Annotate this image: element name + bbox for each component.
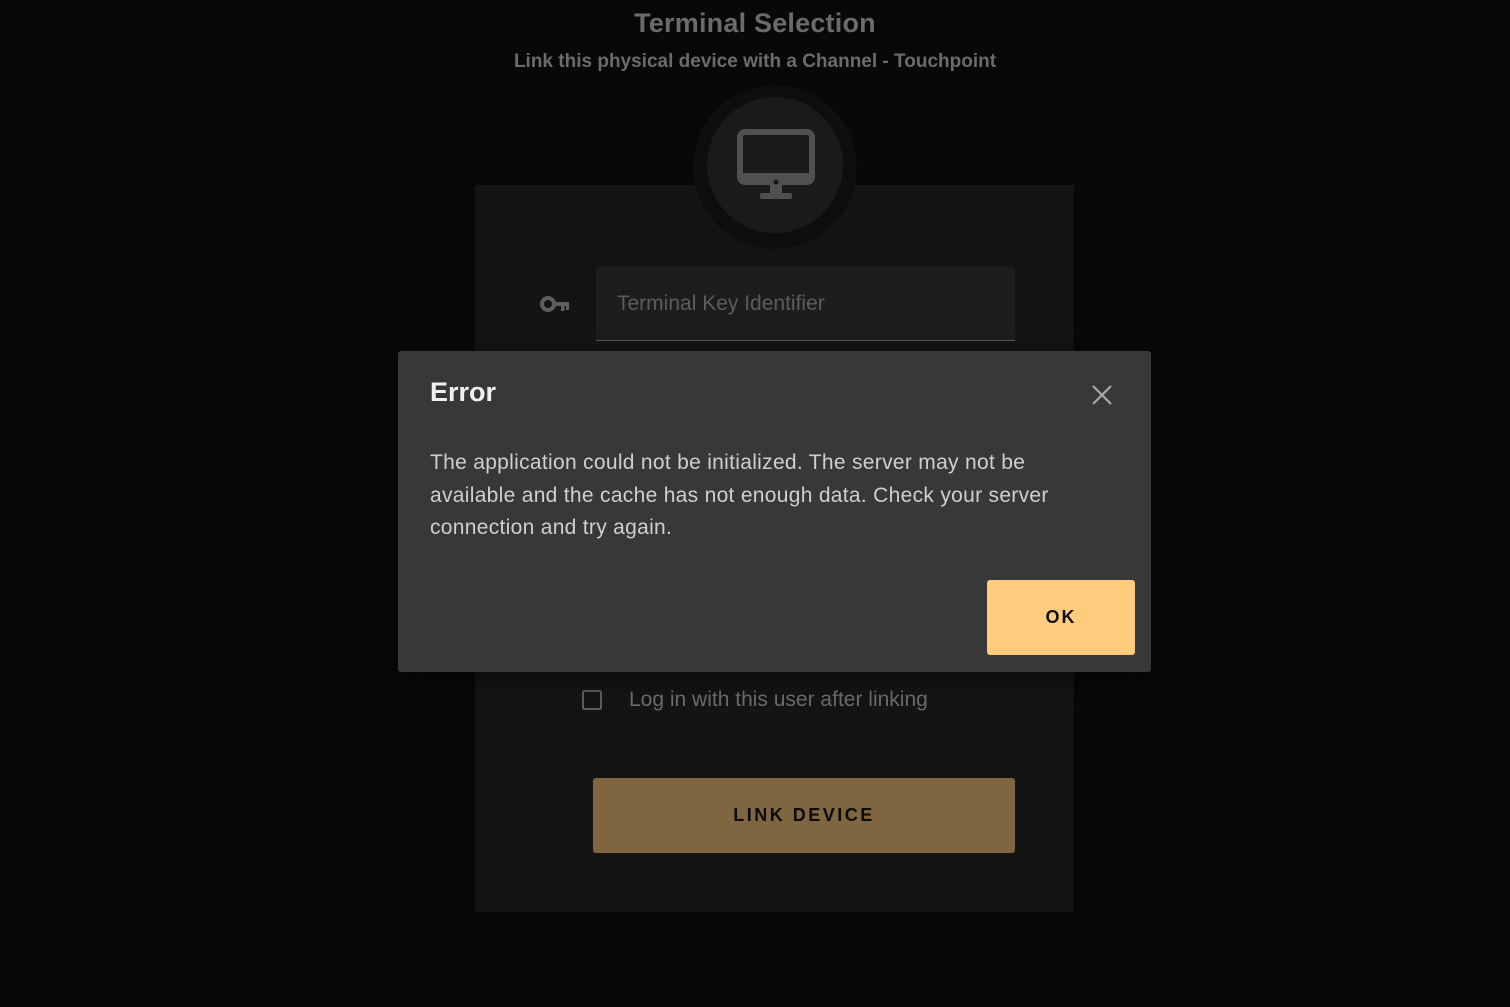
dialog-message: The application could not be initialized… bbox=[430, 451, 1049, 539]
close-icon bbox=[1092, 385, 1112, 405]
dialog-title: Error bbox=[430, 377, 497, 407]
key-icon bbox=[540, 296, 569, 312]
login-after-linking-row[interactable]: Log in with this user after linking bbox=[582, 686, 928, 714]
page-subtitle: Link this physical device with a Channel… bbox=[513, 51, 997, 72]
dialog-close-button[interactable] bbox=[1088, 381, 1116, 409]
terminal-key-input[interactable] bbox=[596, 267, 1015, 341]
terminal-selection-page: Terminal Selection Link this physical de… bbox=[0, 0, 1510, 1007]
login-after-linking-checkbox[interactable] bbox=[582, 690, 602, 710]
link-device-button[interactable]: LINK DEVICE bbox=[593, 778, 1015, 853]
login-after-linking-label: Log in with this user after linking bbox=[629, 688, 928, 711]
monitor-icon bbox=[737, 129, 815, 199]
page-title: Terminal Selection bbox=[634, 8, 876, 38]
ok-button[interactable]: OK bbox=[987, 580, 1135, 655]
error-dialog: Error The application could not be initi… bbox=[398, 351, 1151, 672]
